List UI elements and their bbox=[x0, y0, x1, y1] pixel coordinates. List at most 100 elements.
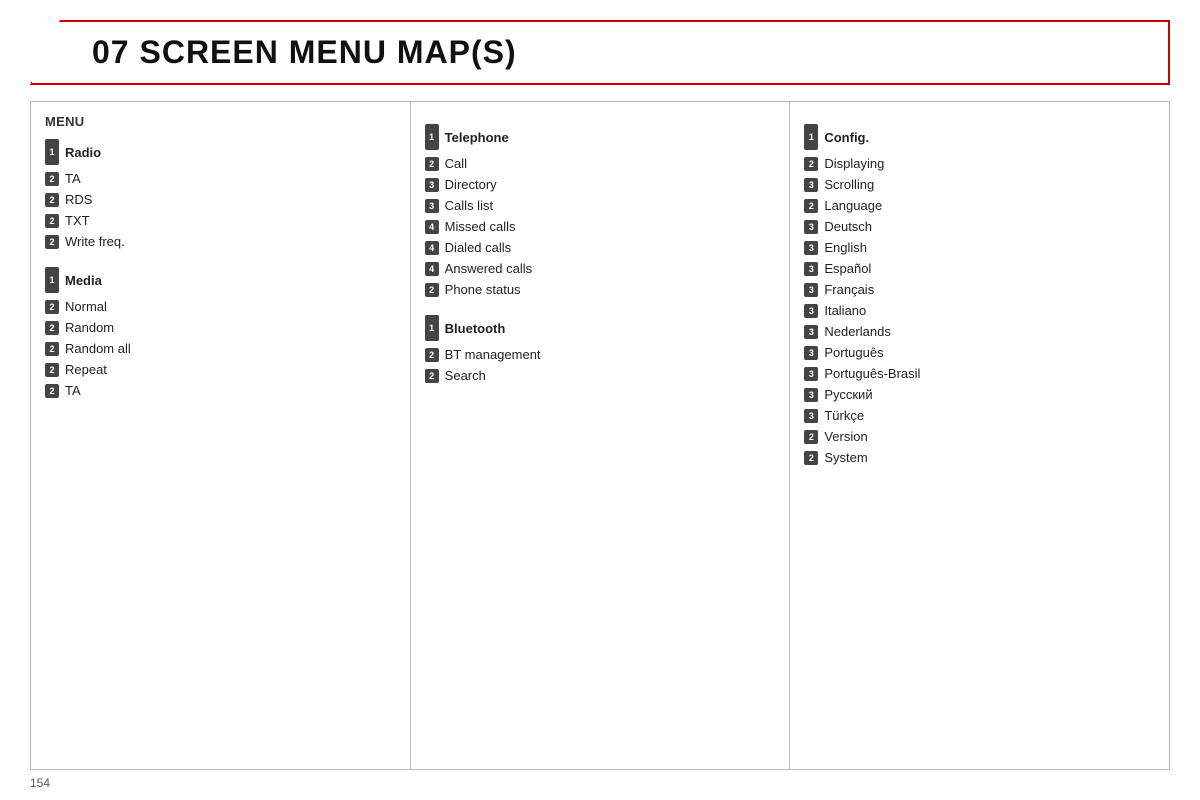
item-label: Português bbox=[824, 345, 883, 360]
item-label: Español bbox=[824, 261, 871, 276]
list-item: 4 Answered calls bbox=[425, 261, 776, 276]
item-label: Português-Brasil bbox=[824, 366, 920, 381]
item-badge: 4 bbox=[425, 262, 439, 276]
column-2: 1Config.2Displaying3Scrolling2Language3D… bbox=[790, 102, 1169, 769]
title-box: 07 SCREEN MENU MAP(S) bbox=[30, 20, 1170, 85]
menu-item: 1Config. bbox=[804, 124, 1155, 150]
item-badge: 3 bbox=[804, 283, 818, 297]
list-item: 2 Language bbox=[804, 198, 1155, 213]
menu-badge: 1 bbox=[45, 267, 59, 293]
columns-container: MENU1Radio2TA2RDS2TXT2Write freq.1Media2… bbox=[30, 101, 1170, 770]
item-label: Directory bbox=[445, 177, 497, 192]
item-label: Calls list bbox=[445, 198, 493, 213]
item-label: Random bbox=[65, 320, 114, 335]
column-1: 1 Telephone 2 Call 3Directory 3 Calls list 4 Mis… bbox=[411, 102, 791, 769]
item-badge: 3 bbox=[804, 220, 818, 234]
list-item: 2 Call bbox=[425, 156, 776, 171]
item-label: Language bbox=[824, 198, 882, 213]
item-badge: 2 bbox=[45, 193, 59, 207]
page-wrapper: 07 SCREEN MENU MAP(S) MENU1Radio2TA2RDS2… bbox=[0, 0, 1200, 800]
item-badge: 2 bbox=[804, 430, 818, 444]
list-item: 3Nederlands bbox=[804, 324, 1155, 339]
item-badge: 3 bbox=[804, 262, 818, 276]
item-label: Русский bbox=[824, 387, 872, 402]
section-1-1: 1Bluetooth 2BT management 2 Search bbox=[425, 315, 776, 383]
menu-label: Media bbox=[65, 273, 102, 288]
item-label: Search bbox=[445, 368, 486, 383]
list-item: 2 Displaying bbox=[804, 156, 1155, 171]
item-badge: 2 bbox=[45, 172, 59, 186]
item-badge: 2 bbox=[45, 235, 59, 249]
list-item: 3 Scrolling bbox=[804, 177, 1155, 192]
list-item: 3 Português bbox=[804, 345, 1155, 360]
page-number: 154 bbox=[30, 776, 1170, 790]
list-item: 2TXT bbox=[45, 213, 396, 228]
item-badge: 3 bbox=[804, 325, 818, 339]
item-badge: 2 bbox=[804, 199, 818, 213]
item-badge: 3 bbox=[804, 241, 818, 255]
list-item: 3 Français bbox=[804, 282, 1155, 297]
item-label: TA bbox=[65, 171, 81, 186]
item-label: Italiano bbox=[824, 303, 866, 318]
item-label: Call bbox=[445, 156, 467, 171]
list-item: 2 Random bbox=[45, 320, 396, 335]
item-badge: 2 bbox=[804, 157, 818, 171]
section-1-0: 1 Telephone 2 Call 3Directory 3 Calls list 4 Mis… bbox=[425, 124, 776, 297]
item-label: Français bbox=[824, 282, 874, 297]
item-badge: 2 bbox=[45, 300, 59, 314]
list-item: 2Write freq. bbox=[45, 234, 396, 249]
list-item: 3 Italiano bbox=[804, 303, 1155, 318]
list-item: 2 Search bbox=[425, 368, 776, 383]
section-0-0: 1Radio 2 TA 2 RDS 2TXT 2Write freq. bbox=[45, 139, 396, 249]
section-0-1: 1Media2Normal2Random2Random all2Repeat2T… bbox=[45, 267, 396, 398]
list-item: 3 Calls list bbox=[425, 198, 776, 213]
item-label: Deutsch bbox=[824, 219, 872, 234]
item-badge: 2 bbox=[804, 451, 818, 465]
list-item: 3 Español bbox=[804, 261, 1155, 276]
menu-badge: 1 bbox=[804, 124, 818, 150]
menu-badge: 1 bbox=[425, 124, 439, 150]
item-badge: 2 bbox=[425, 369, 439, 383]
list-item: 3Directory bbox=[425, 177, 776, 192]
item-label: RDS bbox=[65, 192, 92, 207]
menu-badge: 1 bbox=[45, 139, 59, 165]
item-badge: 2 bbox=[425, 157, 439, 171]
menu-item: 1Bluetooth bbox=[425, 315, 776, 341]
list-item: 2BT management bbox=[425, 347, 776, 362]
item-badge: 3 bbox=[804, 304, 818, 318]
list-item: 3Português-Brasil bbox=[804, 366, 1155, 381]
item-label: Dialed calls bbox=[445, 240, 511, 255]
list-item: 2 TA bbox=[45, 171, 396, 186]
item-badge: 2 bbox=[45, 363, 59, 377]
item-badge: 3 bbox=[804, 178, 818, 192]
item-badge: 2 bbox=[45, 214, 59, 228]
item-label: Random all bbox=[65, 341, 131, 356]
item-badge: 3 bbox=[425, 199, 439, 213]
item-badge: 2 bbox=[45, 321, 59, 335]
item-label: Missed calls bbox=[445, 219, 516, 234]
item-badge: 2 bbox=[45, 342, 59, 356]
list-item: 4 Missed calls bbox=[425, 219, 776, 234]
menu-item: 1 Media bbox=[45, 267, 396, 293]
item-label: Normal bbox=[65, 299, 107, 314]
menu-label: Bluetooth bbox=[445, 321, 506, 336]
column-0: MENU1Radio2TA2RDS2TXT2Write freq.1Media2… bbox=[31, 102, 411, 769]
list-item: 3Türkçe bbox=[804, 408, 1155, 423]
item-label: Displaying bbox=[824, 156, 884, 171]
item-label: Answered calls bbox=[445, 261, 532, 276]
item-label: System bbox=[824, 450, 867, 465]
list-item: 2TA bbox=[45, 383, 396, 398]
list-item: 2 Normal bbox=[45, 299, 396, 314]
menu-item: 1 Telephone bbox=[425, 124, 776, 150]
item-label: Scrolling bbox=[824, 177, 874, 192]
menu-label: Telephone bbox=[445, 130, 509, 145]
list-item: 2 Random all bbox=[45, 341, 396, 356]
item-badge: 4 bbox=[425, 220, 439, 234]
menu-item: 1Radio bbox=[45, 139, 396, 165]
item-label: Phone status bbox=[445, 282, 521, 297]
item-badge: 3 bbox=[804, 409, 818, 423]
item-badge: 3 bbox=[804, 346, 818, 360]
list-item: 4Dialed calls bbox=[425, 240, 776, 255]
list-item: 2Version bbox=[804, 429, 1155, 444]
list-item: 3Русский bbox=[804, 387, 1155, 402]
